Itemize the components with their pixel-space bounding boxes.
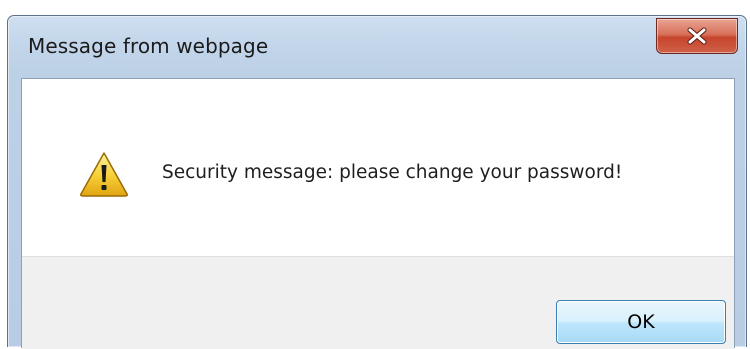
close-button[interactable] (656, 18, 738, 54)
close-icon (657, 19, 737, 53)
title-bar[interactable]: Message from webpage (8, 16, 746, 80)
warning-icon (79, 151, 129, 197)
dialog-window: Message from webpage Security message: p… (7, 15, 747, 349)
message-text: Security message: please change your pas… (162, 162, 623, 183)
message-area: Security message: please change your pas… (22, 79, 734, 256)
button-bar: OK (22, 256, 734, 349)
ok-button[interactable]: OK (556, 300, 726, 344)
dialog-title: Message from webpage (28, 34, 269, 58)
dialog-body: Security message: please change your pas… (21, 78, 735, 349)
